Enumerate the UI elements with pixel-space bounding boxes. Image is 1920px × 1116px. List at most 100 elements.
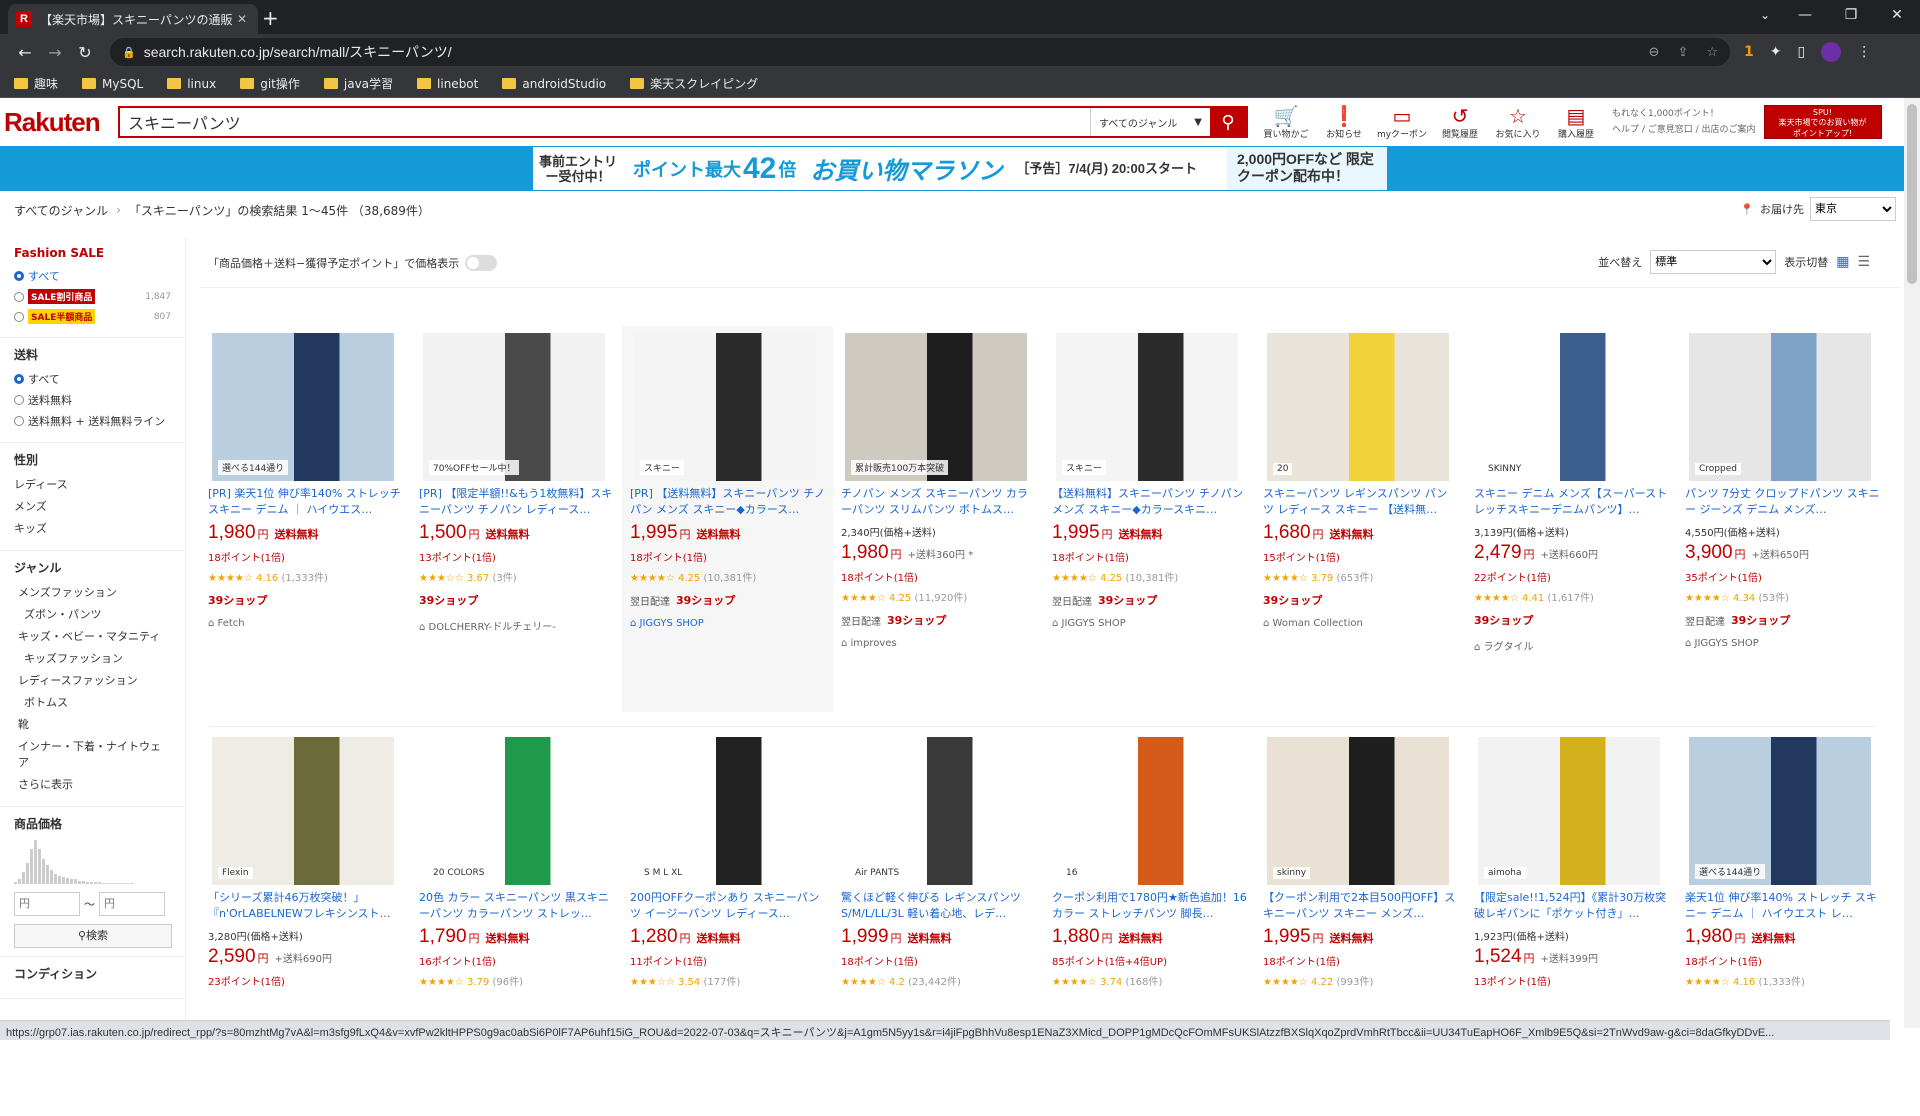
rating[interactable]: ★★★★☆ 4.22 (993件) bbox=[1263, 973, 1458, 988]
product-card[interactable]: 20 COLORS20色 カラー スキニーパンツ 黒スキニーパンツ カラーパンツ… bbox=[411, 730, 622, 1116]
product-image[interactable]: SKINNY bbox=[1478, 333, 1660, 481]
extension-badge[interactable]: 1 bbox=[1744, 44, 1754, 60]
ship-option-free[interactable]: 送料無料 bbox=[14, 392, 171, 408]
search-input[interactable] bbox=[120, 108, 1090, 136]
product-image[interactable]: スキニー bbox=[1056, 333, 1238, 481]
product-title[interactable]: パンツ 7分丈 クロップドパンツ スキニー ジーンズ デニム メンズ… bbox=[1685, 486, 1880, 519]
product-card[interactable]: 選べる144通り[PR] 楽天1位 伸び率140% ストレッチ スキニー デニム… bbox=[200, 326, 411, 712]
product-card[interactable]: skinny【クーポン利用で2本目500円OFF】スキニーパンツ スキニー メン… bbox=[1255, 730, 1466, 1116]
restore-button[interactable]: ❐ bbox=[1828, 0, 1874, 34]
product-card[interactable]: Flexin「シリーズ累計46万枚突破！」『n'OrLABELNEWフレキシンス… bbox=[200, 730, 411, 1116]
omnibox[interactable]: 🔒 search.rakuten.co.jp/search/mall/スキニーパ… bbox=[110, 38, 1730, 66]
product-card[interactable]: SKINNY スキニー デニム メンズ【スーパーストレッチスキニーデニムパンツ】…… bbox=[1466, 326, 1677, 712]
radio[interactable] bbox=[14, 292, 24, 302]
scrollbar-thumb[interactable] bbox=[1907, 104, 1917, 284]
product-title[interactable]: [PR] 【限定半額!!&もう1枚無料】スキニーパンツ チノパン レディース… bbox=[419, 486, 614, 519]
rating[interactable]: ★★★★☆ 4.25 (11,920件) bbox=[841, 589, 1036, 604]
shop-name[interactable]: ⌂ JIGGYS SHOP bbox=[1685, 638, 1880, 649]
sidepanel-icon[interactable]: ▯ bbox=[1797, 44, 1805, 60]
ship-option-all[interactable]: すべて bbox=[14, 371, 171, 387]
sort-select[interactable]: 標準 bbox=[1650, 250, 1776, 274]
product-card[interactable]: スキニー [PR] 【送料無料】スキニーパンツ チノパン メンズ スキニー◆カラー… bbox=[622, 326, 833, 712]
bookmark-item[interactable]: MySQL bbox=[82, 77, 143, 91]
shop-name[interactable]: ⌂ improves bbox=[841, 638, 1036, 649]
header-icon-cart[interactable]: 🛒買い物かご bbox=[1260, 105, 1312, 140]
product-title[interactable]: [PR] 【送料無料】スキニーパンツ チノパン メンズ スキニー◆カラース… bbox=[630, 486, 825, 519]
help-links[interactable]: ヘルプ / ご意見窓口 / 出店のご案内 bbox=[1612, 122, 1756, 138]
genre-bottoms[interactable]: ボトムス bbox=[14, 694, 171, 710]
product-card[interactable]: Cropped パンツ 7分丈 クロップドパンツ スキニー ジーンズ デニム メン… bbox=[1677, 326, 1888, 712]
bookmark-item[interactable]: git操作 bbox=[240, 75, 300, 92]
sex-kids[interactable]: キッズ bbox=[14, 520, 171, 536]
rating[interactable]: ★★★☆☆ 3.67 (3件) bbox=[419, 569, 614, 584]
radio[interactable] bbox=[14, 395, 24, 405]
shop-name[interactable]: ⌂ JIGGYS SHOP bbox=[1052, 618, 1247, 629]
product-image[interactable]: 選べる144通り bbox=[1689, 737, 1871, 885]
url-text[interactable]: search.rakuten.co.jp/search/mall/スキニーパンツ… bbox=[144, 42, 1631, 62]
product-image[interactable]: 20 bbox=[1267, 333, 1449, 481]
spu-banner[interactable]: SPU! 楽天市場でのお買い物が ポイントアップ! bbox=[1764, 105, 1882, 139]
rating[interactable]: ★★★★☆ 4.25 (10,381件) bbox=[630, 569, 825, 584]
rating[interactable]: ★★★☆☆ 3.54 (177件) bbox=[630, 973, 825, 988]
product-title[interactable]: 【クーポン利用で2本目500円OFF】スキニーパンツ スキニー メンズ… bbox=[1263, 890, 1458, 923]
genre-shoes[interactable]: 靴 bbox=[14, 716, 171, 732]
new-tab-button[interactable]: + bbox=[262, 6, 279, 30]
bookmark-item[interactable]: 趣味 bbox=[14, 75, 58, 92]
profile-avatar[interactable] bbox=[1821, 42, 1841, 62]
rating[interactable]: ★★★★☆ 4.2 (23,442件) bbox=[841, 973, 1036, 988]
product-card[interactable]: 16クーポン利用で1780円★新色追加！16カラー ストレッチパンツ 脚長…1,… bbox=[1044, 730, 1255, 1116]
product-card[interactable]: 選べる144通り楽天1位 伸び率140% ストレッチ スキニー デニム ｜ ハイ… bbox=[1677, 730, 1888, 1116]
zoom-icon[interactable]: ⊖ bbox=[1649, 45, 1660, 60]
product-image[interactable]: スキニー bbox=[634, 333, 816, 481]
product-card[interactable]: Air PANTS驚くほど軽く伸びる レギンスパンツ S/M/L/LL/3L 軽… bbox=[833, 730, 1044, 1116]
search-button[interactable]: ⚲ bbox=[1210, 108, 1246, 136]
bookmark-item[interactable]: linux bbox=[167, 77, 216, 91]
shop-name[interactable]: ⌂ Woman Collection bbox=[1263, 618, 1458, 629]
product-image[interactable]: 選べる144通り bbox=[212, 333, 394, 481]
product-image[interactable]: aimoha bbox=[1478, 737, 1660, 885]
product-title[interactable]: 20色 カラー スキニーパンツ 黒スキニーパンツ カラーパンツ ストレッ… bbox=[419, 890, 614, 923]
close-window-button[interactable]: ✕ bbox=[1874, 0, 1920, 34]
sale-half-option[interactable]: SALE半額商品807 bbox=[14, 309, 171, 324]
ship-option-freeline[interactable]: 送料無料 + 送料無料ライン bbox=[14, 413, 171, 429]
breadcrumb-root[interactable]: すべてのジャンル bbox=[14, 202, 108, 219]
sex-ladies[interactable]: レディース bbox=[14, 476, 171, 492]
header-icon-coupon[interactable]: ▭myクーポン bbox=[1376, 105, 1428, 140]
rating[interactable]: ★★★★☆ 3.79 (653件) bbox=[1263, 569, 1458, 584]
radio-selected[interactable] bbox=[14, 374, 24, 384]
price-min-input[interactable] bbox=[14, 892, 80, 916]
product-card[interactable]: aimoha【限定sale!!1,524円】《累計30万枚突破レギパンに「ポケッ… bbox=[1466, 730, 1677, 1116]
close-tab-icon[interactable]: ✕ bbox=[234, 12, 250, 26]
rating[interactable]: ★★★★☆ 4.16 (1,333件) bbox=[1685, 973, 1880, 988]
menu-icon[interactable]: ⋮ bbox=[1857, 44, 1871, 60]
product-title[interactable]: 楽天1位 伸び率140% ストレッチ スキニー デニム ｜ ハイウエスト レ… bbox=[1685, 890, 1880, 923]
product-title[interactable]: 200円OFFクーポンあり スキニーパンツ イージーパンツ レディース… bbox=[630, 890, 825, 923]
bookmark-item[interactable]: java学習 bbox=[324, 75, 393, 92]
reload-button[interactable]: ↻ bbox=[70, 43, 100, 62]
product-image[interactable]: S M L XL bbox=[634, 737, 816, 885]
genre-innerwear[interactable]: インナー・下着・ナイトウェア bbox=[14, 738, 171, 770]
bookmark-item[interactable]: 楽天スクレイピング bbox=[630, 75, 758, 92]
header-icon-receipt[interactable]: ▤購入履歴 bbox=[1550, 105, 1602, 140]
product-card[interactable]: スキニー【送料無料】スキニーパンツ チノパン メンズ スキニー◆カラースキニ…1… bbox=[1044, 326, 1255, 712]
header-icon-star[interactable]: ☆お気に入り bbox=[1492, 105, 1544, 140]
price-search-button[interactable]: ⚲検索 bbox=[14, 924, 172, 948]
genre-select[interactable]: すべてのジャンル ▼ bbox=[1090, 108, 1210, 136]
price-max-input[interactable] bbox=[99, 892, 165, 916]
bookmark-star-icon[interactable]: ☆ bbox=[1706, 45, 1718, 60]
product-card[interactable]: 20スキニーパンツ レギンスパンツ パンツ レディース スキニー 【送料無…1,… bbox=[1255, 326, 1466, 712]
delivery-select[interactable]: 東京 bbox=[1810, 197, 1896, 221]
rating[interactable]: ★★★★☆ 4.25 (10,381件) bbox=[1052, 569, 1247, 584]
point-campaign-link[interactable]: もれなく1,000ポイント！ bbox=[1612, 106, 1756, 122]
product-card[interactable]: 累計販売100万本突破チノパン メンズ スキニーパンツ カラーパンツ スリムパン… bbox=[833, 326, 1044, 712]
minimize-button[interactable]: — bbox=[1782, 0, 1828, 34]
genre-kids-fashion[interactable]: キッズファッション bbox=[14, 650, 171, 666]
product-title[interactable]: スキニー デニム メンズ【スーパーストレッチスキニーデニムパンツ】… bbox=[1474, 486, 1669, 519]
price-display-toggle[interactable] bbox=[465, 255, 497, 271]
product-image[interactable]: 16 bbox=[1056, 737, 1238, 885]
lock-icon[interactable]: 🔒 bbox=[122, 46, 136, 59]
product-image[interactable]: Cropped bbox=[1689, 333, 1871, 481]
shop-name[interactable]: ⌂ ラグタイル bbox=[1474, 638, 1669, 653]
rating[interactable]: ★★★★☆ 3.79 (96件) bbox=[419, 973, 614, 988]
browser-tab[interactable]: R 【楽天市場】スキニーパンツの通販 ✕ bbox=[8, 4, 258, 34]
